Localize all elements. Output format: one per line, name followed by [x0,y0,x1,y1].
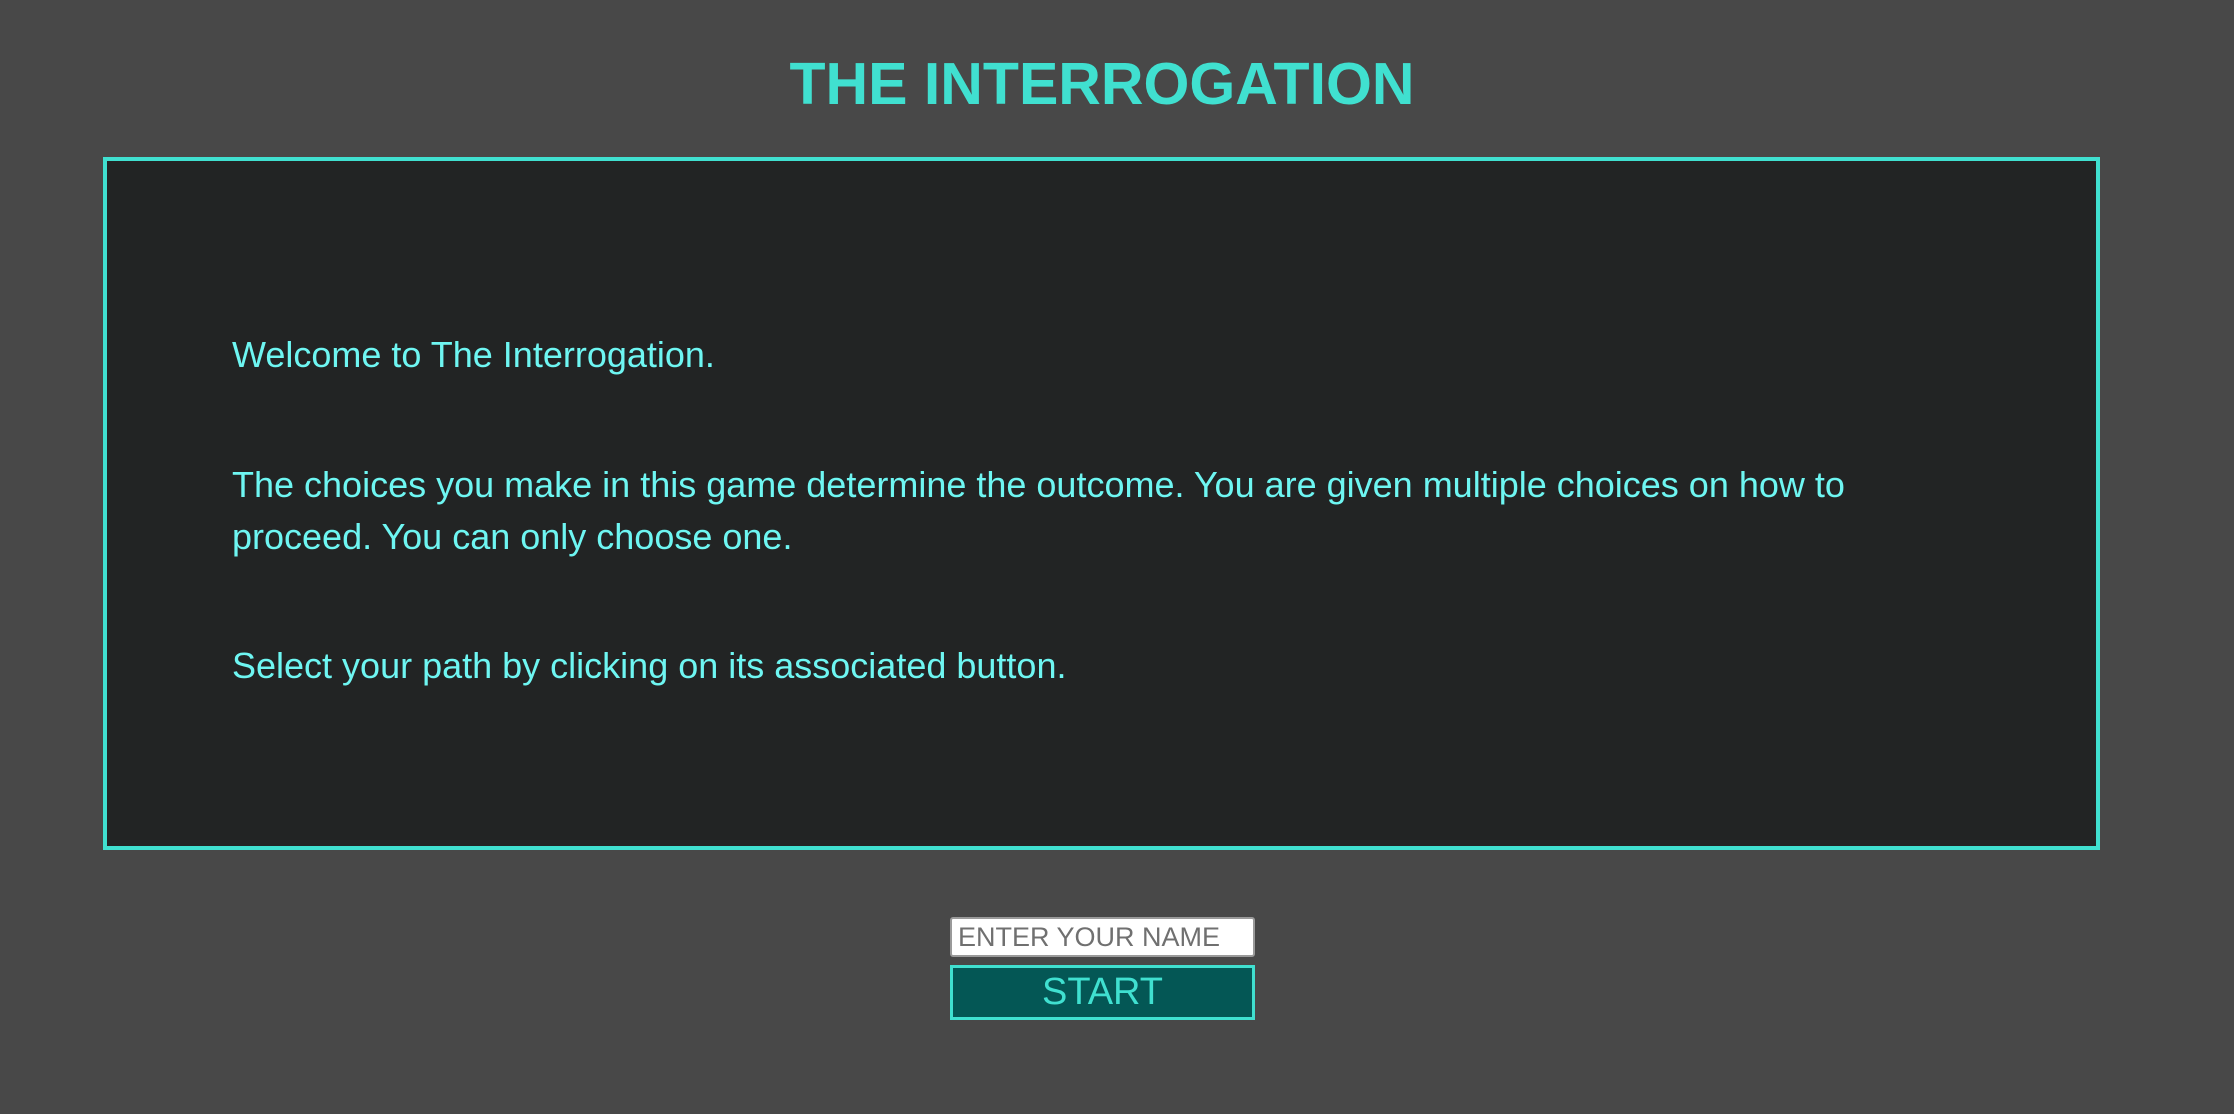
rules-text: The choices you make in this game determ… [232,464,1845,557]
instructions-text: Select your path by clicking on its asso… [232,645,1067,686]
intro-panel: Welcome to The Interrogation. The choice… [103,157,2100,850]
name-input[interactable] [950,917,1255,957]
game-title: THE INTERROGATION [789,51,1415,117]
welcome-text: Welcome to The Interrogation. [232,334,715,375]
start-button[interactable]: START [950,965,1255,1020]
